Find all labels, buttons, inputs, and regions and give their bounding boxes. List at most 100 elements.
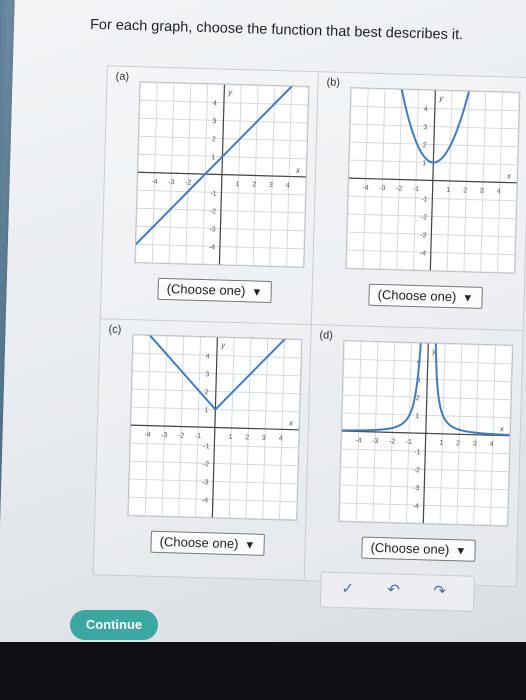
y-tick-label: -1 <box>414 449 421 456</box>
continue-button[interactable]: Continue <box>70 610 158 640</box>
x-tick-label: -2 <box>396 185 403 192</box>
x-tick-label: -3 <box>372 438 379 445</box>
y-axis-variable: y <box>227 88 233 97</box>
dropdown-arrow-icon: ▼ <box>462 292 474 305</box>
x-tick-label: 2 <box>463 187 467 194</box>
graph-label-b: (b) <box>326 76 341 89</box>
x-tick-label: 4 <box>286 182 290 189</box>
y-tick-label: -1 <box>210 190 217 197</box>
graph-plot-d: -4 -3 -2 -1 1 2 3 4 4 3 2 1 -1 -2 -3 -4 x y <box>338 340 514 527</box>
graph-a-svg: -4 -3 -2 1 2 3 4 4 3 2 1 -1 -2 -3 -4 x y <box>135 82 309 267</box>
x-axis-variable: x <box>288 419 294 428</box>
y-tick-label: 1 <box>204 407 208 414</box>
graph-cell-c: (c) -4 -3 -2 -1 1 2 3 4 4 3 2 1 -1 -2 -3 -4 x y (Choose o… <box>94 319 311 577</box>
x-tick-label: 1 <box>235 181 239 188</box>
dropdown-arrow-icon: ▼ <box>455 545 467 558</box>
dropdown-value-c: (Choose one) <box>159 533 239 552</box>
y-tick-label: -3 <box>202 479 209 486</box>
y-tick-label: -3 <box>413 485 420 492</box>
dropdown-value-d: (Choose one) <box>370 539 450 558</box>
choose-function-dropdown-b[interactable]: (Choose one) ▼ <box>368 283 483 309</box>
y-tick-label: -2 <box>421 214 428 221</box>
y-tick-label: 2 <box>205 389 209 396</box>
worksheet-page: For each graph, choose the function that… <box>0 0 526 658</box>
y-tick-label: 3 <box>205 371 209 378</box>
x-tick-label: -4 <box>151 179 158 186</box>
x-tick-label: -1 <box>406 439 413 446</box>
bottom-dark-bar <box>0 642 526 700</box>
answer-toolbar: ✓ ↶ ↷ <box>319 571 475 612</box>
choose-function-dropdown-c[interactable]: (Choose one) ▼ <box>150 530 265 556</box>
graph-d-svg: -4 -3 -2 -1 1 2 3 44321-1-2-3-4xy <box>339 341 513 526</box>
x-tick-label: -3 <box>168 179 175 186</box>
x-tick-label: 3 <box>480 188 484 195</box>
dropdown-value-b: (Choose one) <box>377 286 457 305</box>
y-tick-label: -3 <box>420 232 427 239</box>
y-tick-label: 2 <box>416 395 420 402</box>
y-tick-label: -4 <box>413 503 420 510</box>
graph-cell-d: (d) -4 -3 -2 -1 1 2 3 4 4 3 2 1 -1 -2 -3 -4 x y (Choose o… <box>305 325 522 583</box>
x-tick-label: 2 <box>456 440 460 447</box>
x-axis-variable: x <box>499 424 505 433</box>
graph-label-a: (a) <box>115 70 130 83</box>
x-axis-variable: x <box>295 166 301 175</box>
x-tick-label: 1 <box>439 440 443 447</box>
graph-label-c: (c) <box>108 323 122 336</box>
graph-plot-a: -4 -3 -2 1 2 3 4 4 3 2 1 -1 -2 -3 -4 x y <box>134 81 310 268</box>
x-tick-label: -2 <box>389 438 396 445</box>
x-tick-label: 4 <box>279 435 283 442</box>
y-tick-label: 1 <box>415 413 419 420</box>
y-tick-label: 3 <box>212 118 216 125</box>
choose-function-dropdown-d[interactable]: (Choose one) ▼ <box>361 536 476 562</box>
x-tick-label: -4 <box>355 437 362 444</box>
graph-plot-c: -4 -3 -2 -1 1 2 3 4 4 3 2 1 -1 -2 -3 -4 x y <box>127 334 303 521</box>
y-tick-label: -4 <box>209 244 216 251</box>
graph-plot-b: -4 -3 -2 -1 1 2 3 4 4 3 2 1 -1 -2 -3 -4 x y <box>345 87 521 274</box>
y-tick-label: 4 <box>213 100 217 107</box>
y-tick-label: -3 <box>209 226 216 233</box>
x-tick-label: -3 <box>379 185 386 192</box>
y-tick-label: -2 <box>414 467 421 474</box>
check-icon[interactable]: ✓ <box>341 579 354 597</box>
undo-icon[interactable]: ↶ <box>387 580 400 598</box>
x-tick-label: 1 <box>446 187 450 194</box>
y-tick-label: 4 <box>206 353 210 360</box>
dropdown-value-a: (Choose one) <box>166 281 246 299</box>
x-tick-label: 2 <box>252 181 256 188</box>
x-tick-label: 3 <box>262 435 266 442</box>
y-tick-label: -4 <box>202 497 209 504</box>
redo-icon[interactable]: ↷ <box>433 582 446 600</box>
x-tick-label: -1 <box>413 186 420 193</box>
function-curve <box>341 341 426 432</box>
dropdown-arrow-icon: ▼ <box>251 286 263 299</box>
y-tick-label: -4 <box>420 250 427 257</box>
graph-cell-a: (a) -4 -3 -2 1 2 3 4 4 3 2 1 -1 -2 -3 -4 x y (Choose one… <box>101 66 318 324</box>
y-tick-label: 2 <box>423 142 427 149</box>
x-tick-label: 3 <box>269 182 273 189</box>
x-tick-label: -4 <box>144 432 151 439</box>
y-axis-variable: y <box>438 94 444 103</box>
x-tick-label: -3 <box>161 432 168 439</box>
y-tick-label: -2 <box>210 208 217 215</box>
x-tick-label: 1 <box>228 434 232 441</box>
y-tick-label: 2 <box>212 136 216 143</box>
y-tick-label: -1 <box>203 443 210 450</box>
x-tick-label: -2 <box>185 180 192 187</box>
graph-panel-grid: (a) -4 -3 -2 1 2 3 4 4 3 2 1 -1 -2 -3 -4 x y (Choose one… <box>92 65 526 587</box>
y-tick-label: -2 <box>203 461 210 468</box>
x-tick-label: -1 <box>195 433 202 440</box>
dropdown-arrow-icon: ▼ <box>244 539 256 552</box>
y-tick-label: 1 <box>422 160 426 167</box>
x-axis-variable: x <box>506 172 512 181</box>
function-curve <box>431 341 510 436</box>
x-tick-label: -2 <box>178 432 185 439</box>
graph-c-svg: -4 -3 -2 -1 1 2 3 4 4 3 2 1 -1 -2 -3 -4 x y <box>128 335 302 520</box>
choose-function-dropdown-a[interactable]: (Choose one) ▼ <box>157 277 272 303</box>
graph-label-d: (d) <box>319 329 334 342</box>
x-tick-label: -4 <box>362 185 369 192</box>
x-tick-label: 3 <box>473 441 477 448</box>
x-tick-label: 4 <box>497 188 501 195</box>
x-tick-label: 2 <box>245 434 249 441</box>
y-tick-label: -1 <box>421 196 428 203</box>
question-text: For each graph, choose the function that… <box>89 16 464 44</box>
